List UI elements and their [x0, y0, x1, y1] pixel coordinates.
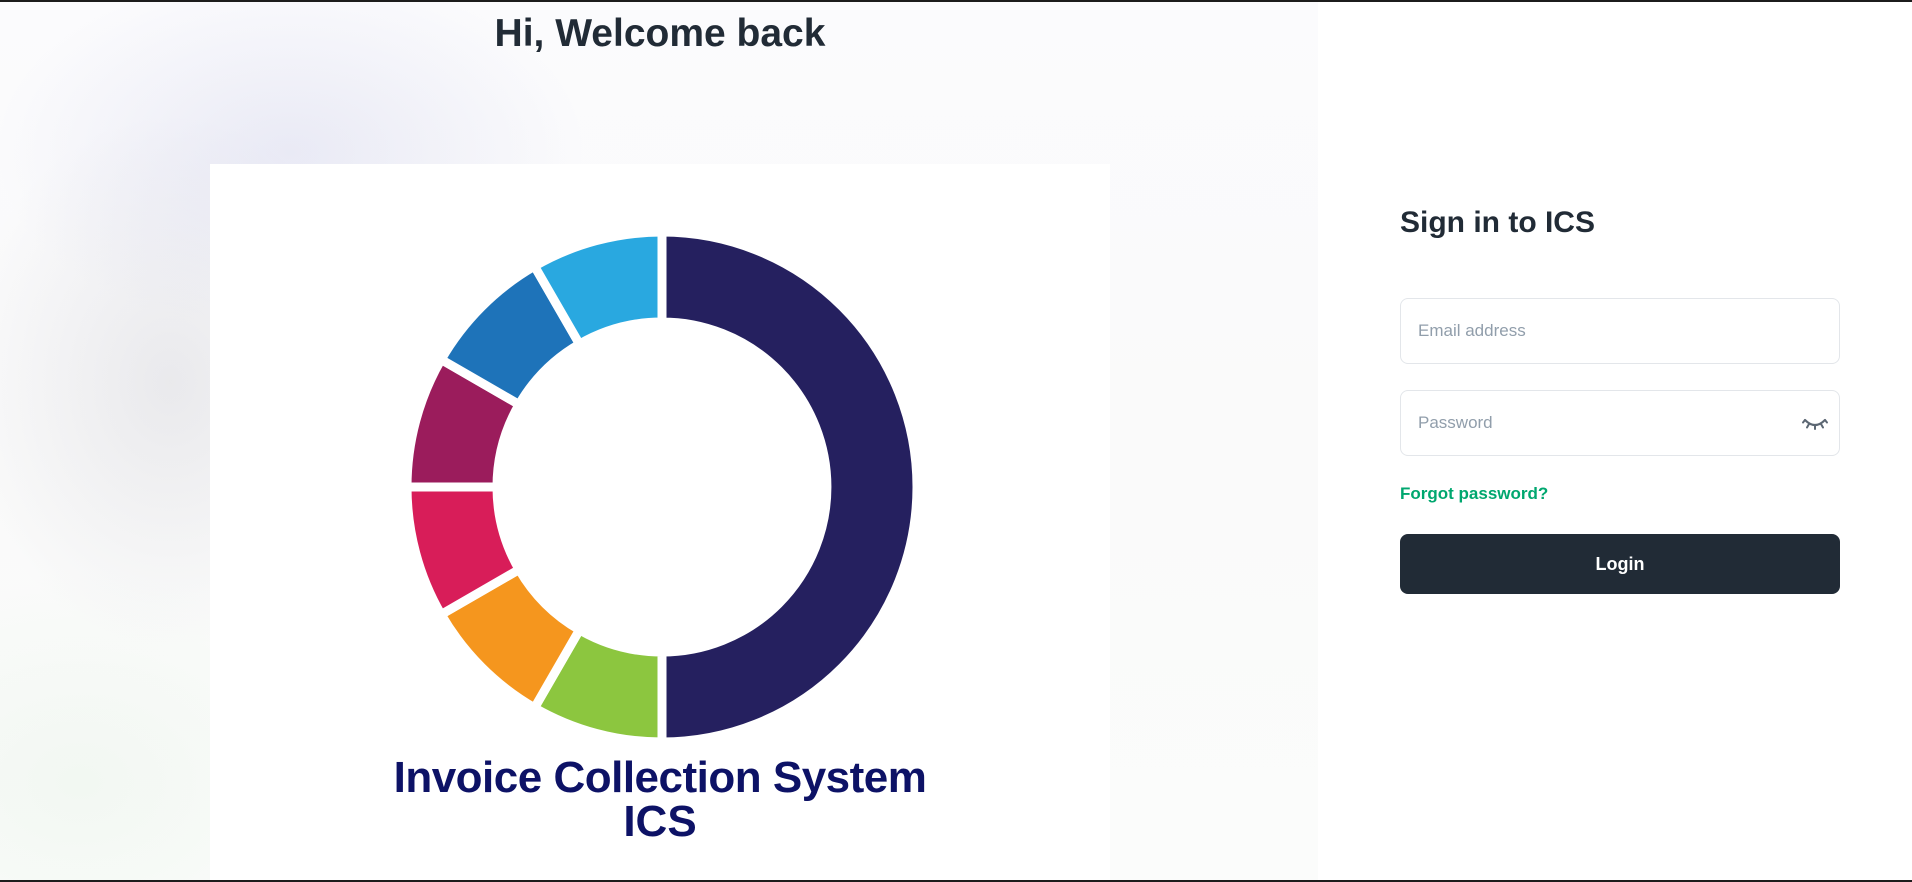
welcome-panel: Hi, Welcome back Invoice Collection Syst… — [0, 2, 1318, 880]
donut-ring — [402, 227, 922, 747]
signin-panel: Sign in to ICS Forgot password? Login — [1318, 2, 1912, 880]
app-frame: Hi, Welcome back Invoice Collection Syst… — [0, 0, 1912, 882]
welcome-heading: Hi, Welcome back — [494, 12, 826, 55]
donut-logo-graphic — [402, 227, 922, 747]
ics-logo: Invoice Collection System ICS — [210, 164, 1110, 880]
password-field[interactable] — [1401, 391, 1839, 455]
logo-subtitle: ICS — [623, 797, 697, 846]
email-field-wrapper — [1400, 298, 1840, 364]
password-field-wrapper — [1400, 390, 1840, 456]
signin-title: Sign in to ICS — [1400, 206, 1595, 239]
forgot-password-link[interactable]: Forgot password? — [1400, 484, 1548, 504]
ring-segment-main — [657, 227, 922, 747]
eye-closed-icon[interactable] — [1801, 411, 1829, 435]
login-button[interactable]: Login — [1400, 534, 1840, 594]
logo-title: Invoice Collection System — [393, 753, 927, 802]
email-field[interactable] — [1401, 299, 1839, 363]
